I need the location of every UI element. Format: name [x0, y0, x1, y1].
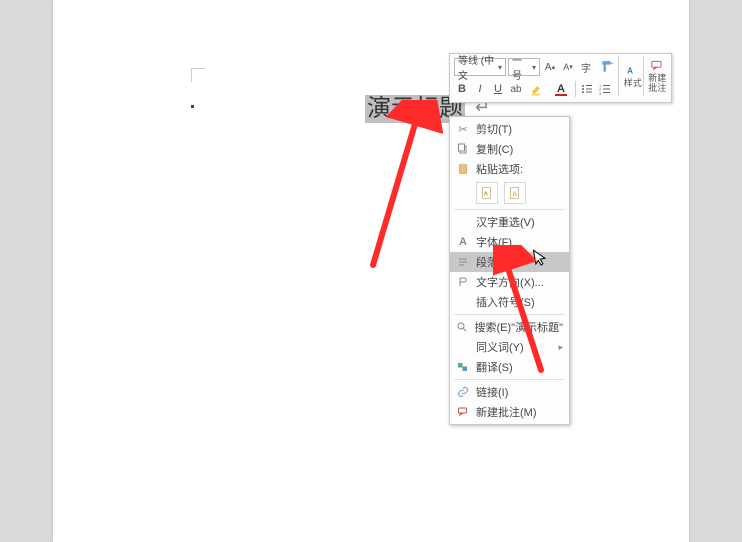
paragraph-icon: [454, 254, 472, 270]
paste-options-row: A: [450, 179, 569, 207]
grow-font-button[interactable]: A▴: [542, 58, 558, 76]
chevron-down-icon: ▾: [498, 63, 502, 72]
paragraph-mark: [191, 105, 194, 108]
menu-paragraph[interactable]: 段落(P)...: [450, 252, 569, 272]
menu-font[interactable]: A 字体(F)...: [450, 232, 569, 252]
mini-format-toolbar: 等线 (中文 ▾ 一号 ▾ A▴ A▾ 字 B I: [449, 53, 672, 103]
shrink-font-button[interactable]: A▾: [560, 58, 576, 76]
svg-text:A: A: [627, 66, 633, 75]
menu-insert-symbol[interactable]: 插入符号(S): [450, 292, 569, 312]
scissors-icon: ✂: [454, 121, 472, 137]
menu-text-direction[interactable]: 文字方向(X)...: [450, 272, 569, 292]
svg-text:A: A: [513, 191, 518, 198]
bold-button[interactable]: B: [454, 80, 470, 98]
menu-synonym[interactable]: 同义词(Y): [450, 337, 569, 357]
copy-icon: [454, 141, 472, 157]
translate-icon: [454, 359, 472, 375]
phonetic-guide-button[interactable]: 字: [578, 58, 594, 76]
document-page: 演示标题 ↵ 等线 (中文 ▾ 一号 ▾ A▴ A▾ 字: [53, 0, 689, 542]
text-direction-icon: [454, 274, 472, 290]
annotation-arrow-to-heading: [363, 100, 443, 270]
styles-button[interactable]: A 样式: [618, 56, 643, 96]
separator: [575, 81, 576, 97]
font-name-selector[interactable]: 等线 (中文 ▾: [454, 58, 506, 76]
font-name-value: 等线 (中文: [458, 52, 496, 82]
blank-icon: [454, 214, 472, 230]
chevron-down-icon: ▾: [532, 63, 536, 72]
menu-separator: [454, 209, 565, 210]
svg-text:3: 3: [599, 91, 602, 95]
italic-button[interactable]: I: [472, 80, 488, 98]
menu-translate[interactable]: 翻译(S): [450, 357, 569, 377]
blank-icon: [454, 339, 472, 355]
numbering-button[interactable]: 123: [597, 80, 613, 98]
format-painter-button[interactable]: [596, 58, 618, 76]
font-color-button[interactable]: A: [550, 80, 572, 98]
search-icon: [454, 319, 471, 335]
font-size-value: 一号: [512, 52, 530, 82]
paste-keep-formatting-button[interactable]: [476, 182, 498, 204]
clipboard-icon: [454, 161, 472, 177]
styles-label: 样式: [624, 78, 642, 88]
menu-copy[interactable]: 复制(C): [450, 139, 569, 159]
link-icon: [454, 384, 472, 400]
menu-link[interactable]: 链接(I): [450, 382, 569, 402]
underline-button[interactable]: U: [490, 80, 506, 98]
margin-corner-mark: [191, 68, 205, 82]
menu-paste-options-label: 粘贴选项:: [450, 159, 569, 179]
font-icon: A: [454, 234, 472, 250]
paste-text-only-button[interactable]: A: [504, 182, 526, 204]
menu-search[interactable]: 搜索(E)"演示标题": [450, 317, 569, 337]
highlight-button[interactable]: [526, 80, 548, 98]
blank-icon: [454, 294, 472, 310]
new-comment-button[interactable]: 新建 批注: [643, 56, 668, 96]
context-menu: ✂ 剪切(T) 复制(C) 粘贴选项: A 汉字重选(V): [449, 116, 570, 425]
font-size-selector[interactable]: 一号 ▾: [508, 58, 540, 76]
menu-new-comment[interactable]: 新建批注(M): [450, 402, 569, 422]
new-comment-label: 新建 批注: [648, 73, 666, 93]
comment-icon: [454, 404, 472, 420]
strikethrough-button[interactable]: ab: [508, 80, 524, 98]
menu-separator: [454, 379, 565, 380]
bullets-button[interactable]: [579, 80, 595, 98]
menu-separator: [454, 314, 565, 315]
menu-cn-reselect[interactable]: 汉字重选(V): [450, 212, 569, 232]
menu-cut[interactable]: ✂ 剪切(T): [450, 119, 569, 139]
